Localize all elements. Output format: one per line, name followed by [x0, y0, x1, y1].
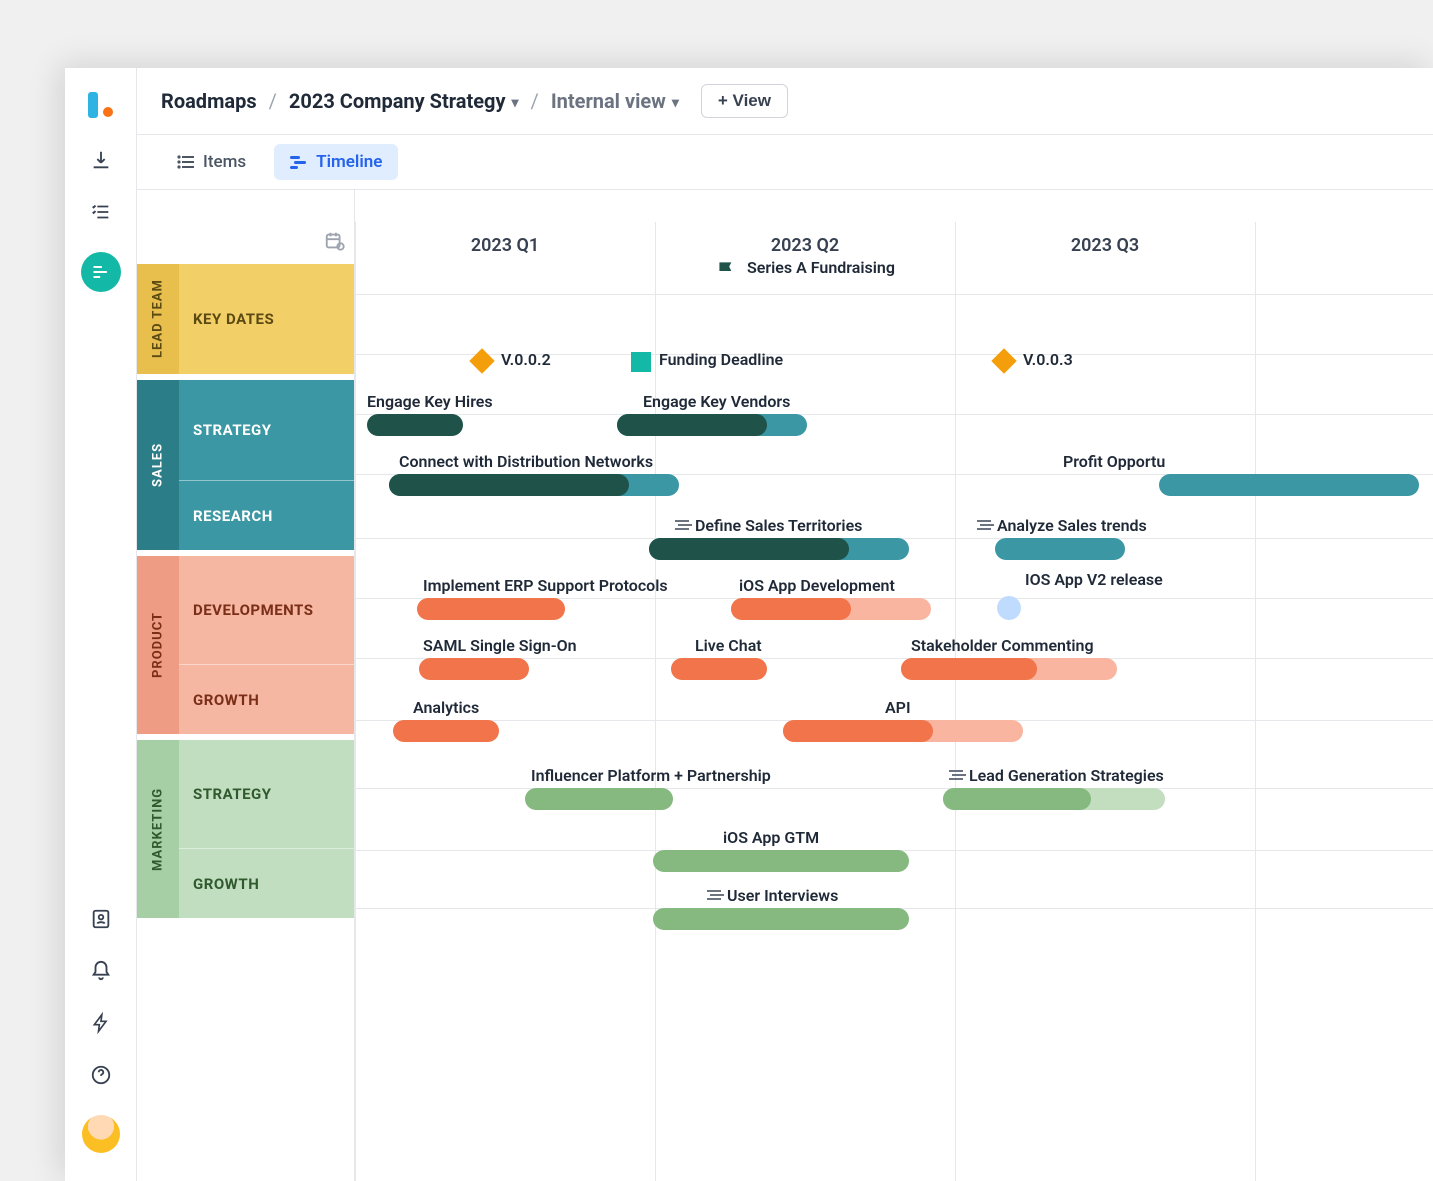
milestone[interactable]: Funding Deadline [631, 352, 651, 372]
bar-label: Live Chat [695, 636, 762, 655]
group-block: MARKETINGSTRATEGYGROWTH [137, 740, 354, 918]
bar-label: API [885, 698, 911, 717]
subtask-icon [977, 520, 991, 532]
quarter-label: 2023 Q2 [655, 199, 955, 256]
avatar[interactable] [82, 1115, 120, 1153]
group-label[interactable]: PRODUCT [137, 556, 179, 734]
timeline-row: SAML Single Sign-On Live Chat Stakeholder … [355, 628, 1433, 688]
add-view-button[interactable]: + View [701, 84, 788, 118]
timeline-row: Connect with Distribution Networks Profit… [355, 444, 1433, 504]
diamond-icon [469, 348, 494, 373]
groups-column: LEAD TEAMKEY DATESSALESSTRATEGYRESEARCHP… [137, 190, 355, 1181]
diamond-icon [991, 348, 1016, 373]
subgroup-label[interactable]: RESEARCH [179, 480, 354, 550]
bar-label: Connect with Distribution Networks [399, 452, 653, 471]
subgroup-label[interactable]: GROWTH [179, 664, 354, 734]
subgroup-label[interactable]: KEY DATES [179, 264, 354, 374]
crumb-view[interactable]: Internal view▾ [551, 89, 679, 113]
import-icon[interactable] [89, 148, 113, 172]
timeline-row: Series A Fundraising [355, 264, 1433, 324]
timeline-row: Engage Key Hires Engage Key Vendors [355, 384, 1433, 444]
milestone[interactable]: IOS App V2 release [997, 596, 1021, 620]
bar-label: SAML Single Sign-On [423, 636, 577, 655]
list-icon [177, 155, 195, 169]
app-frame: Roadmaps / 2023 Company Strategy▾ / Inte… [65, 68, 1433, 1181]
subtask-icon [707, 890, 721, 902]
timeline: LEAD TEAMKEY DATESSALESSTRATEGYRESEARCHP… [137, 190, 1433, 1181]
circle-icon [997, 596, 1021, 620]
calendar-settings-icon[interactable] [324, 230, 346, 256]
subgroup-label[interactable]: DEVELOPMENTS [179, 556, 354, 664]
left-sidebar [65, 68, 137, 1181]
bar-label: Lead Generation Strategies [969, 766, 1164, 785]
quarter-label: 2023 Q3 [955, 199, 1255, 256]
logo-icon [86, 90, 116, 120]
timeline-row: Define Sales Territories Analyze Sales tr… [355, 508, 1433, 568]
view-tabs: Items Timeline [137, 134, 1433, 190]
milestone[interactable]: V.0.0.2 [473, 352, 491, 370]
milestone-label: V.0.0.3 [1023, 350, 1073, 369]
crumb-project[interactable]: 2023 Company Strategy▾ [289, 89, 519, 113]
flag-icon [713, 258, 741, 284]
bar-label: iOS App GTM [723, 828, 819, 847]
milestone-label: V.0.0.2 [501, 350, 551, 369]
quarter-label: 2023 Q1 [355, 199, 655, 256]
timeline-icon [290, 155, 308, 169]
bar-label: Analyze Sales trends [997, 516, 1147, 535]
bolt-icon[interactable] [89, 1011, 113, 1035]
timeline-row: iOS App GTM [355, 820, 1433, 880]
chevron-down-icon: ▾ [672, 95, 679, 111]
group-block: SALESSTRATEGYRESEARCH [137, 380, 354, 550]
bell-icon[interactable] [89, 959, 113, 983]
group-block: PRODUCTDEVELOPMENTSGROWTH [137, 556, 354, 734]
tab-timeline[interactable]: Timeline [274, 144, 398, 180]
square-icon [631, 352, 651, 372]
subgroup-label[interactable]: GROWTH [179, 848, 354, 918]
bar-label: Stakeholder Commenting [911, 636, 1094, 655]
bar-label: Profit Opportu [1063, 452, 1165, 471]
group-label[interactable]: MARKETING [137, 740, 179, 918]
contacts-icon[interactable] [89, 907, 113, 931]
crumb-root[interactable]: Roadmaps [161, 89, 257, 113]
quarter-header: 2023 Q1 2023 Q2 2023 Q3 [355, 190, 1433, 264]
subgroup-label[interactable]: STRATEGY [179, 740, 354, 848]
bar-label: Influencer Platform + Partnership [531, 766, 771, 785]
list-check-icon[interactable] [89, 200, 113, 224]
milestone-label: Series A Fundraising [747, 258, 895, 277]
group-label[interactable]: SALES [137, 380, 179, 550]
milestone[interactable]: V.0.0.3 [995, 352, 1013, 370]
subtask-icon [675, 520, 689, 532]
group-label[interactable]: LEAD TEAM [137, 264, 179, 374]
help-icon[interactable] [89, 1063, 113, 1087]
subgroup-label[interactable]: STRATEGY [179, 380, 354, 480]
timeline-row: Implement ERP Support Protocols iOS App D… [355, 568, 1433, 628]
chevron-down-icon: ▾ [512, 95, 519, 111]
bar-label: Engage Key Vendors [643, 392, 790, 411]
timeline-row: User Interviews [355, 878, 1433, 938]
bar-label: Analytics [413, 698, 479, 717]
subtask-icon [949, 770, 963, 782]
timeline-grid[interactable]: 2023 Q1 2023 Q2 2023 Q3 Series A Fundrai… [355, 190, 1433, 1181]
milestone-label: IOS App V2 release [1025, 570, 1163, 589]
milestone-label: Funding Deadline [659, 350, 783, 369]
bar-label: Implement ERP Support Protocols [423, 576, 668, 595]
tab-items[interactable]: Items [161, 144, 262, 180]
bar-label: Define Sales Territories [695, 516, 862, 535]
timeline-row: Analytics API [355, 690, 1433, 750]
group-block: LEAD TEAMKEY DATES [137, 264, 354, 374]
milestone-flag[interactable]: Series A Fundraising [713, 258, 741, 288]
bar-label: iOS App Development [739, 576, 895, 595]
bar-label: Engage Key Hires [367, 392, 493, 411]
main: Roadmaps / 2023 Company Strategy▾ / Inte… [137, 68, 1433, 1181]
breadcrumb: Roadmaps / 2023 Company Strategy▾ / Inte… [137, 68, 1433, 134]
timeline-row: V.0.0.2 Funding Deadline V.0.0.3 [355, 324, 1433, 384]
timeline-nav-icon[interactable] [81, 252, 121, 292]
timeline-row: Influencer Platform + Partnership Lead Ge… [355, 758, 1433, 818]
bar-label: User Interviews [727, 886, 838, 905]
